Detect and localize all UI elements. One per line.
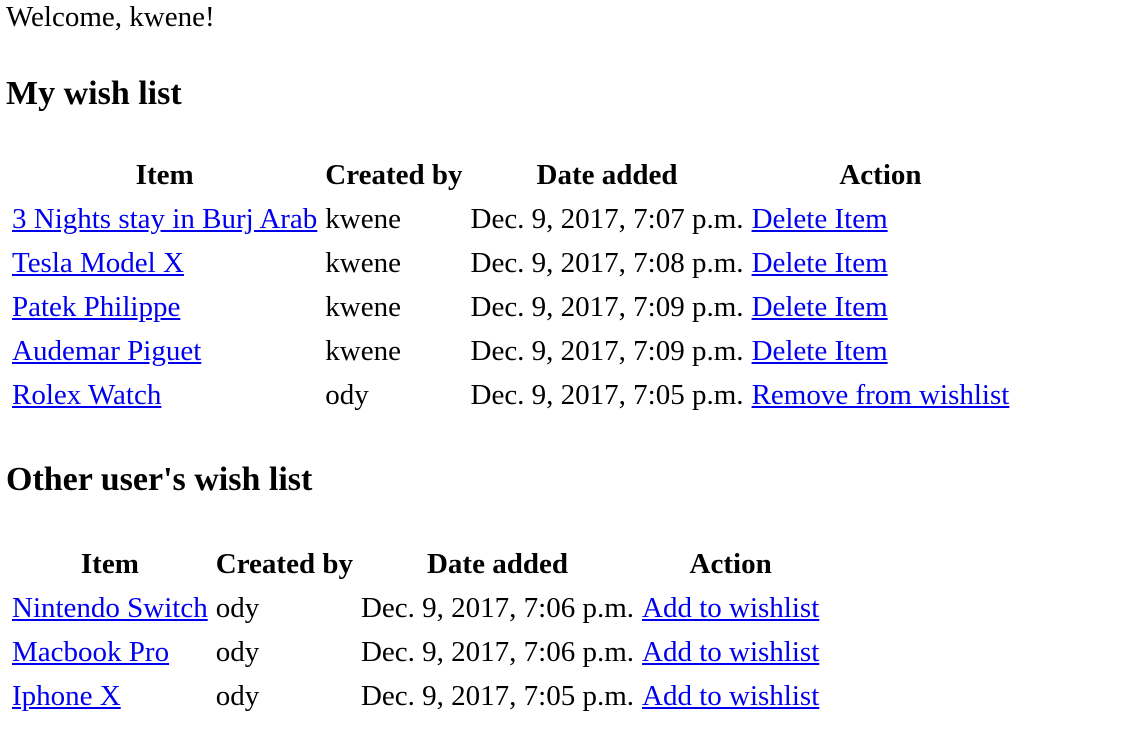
page: Welcome, kwene! My wish list Item Create… [0,0,1136,720]
date-added-cell: Dec. 9, 2017, 7:09 p.m. [470,335,744,367]
created-by-cell: ody [325,379,369,411]
item-cell: Macbook Pro [10,632,210,672]
item-link[interactable]: Tesla Model X [12,247,184,279]
welcome-message: Welcome, kwene! [6,1,215,33]
table-row: Nintendo Switch ody Dec. 9, 2017, 7:06 p… [10,588,821,628]
item-link[interactable]: Patek Philippe [12,291,180,323]
created-by-cell: ody [215,636,260,668]
remove-from-wishlist-link[interactable]: Remove from wishlist [752,379,1010,411]
item-link[interactable]: 3 Nights stay in Burj Arab [12,203,317,235]
action-cell: Delete Item [750,243,1012,283]
item-link[interactable]: Macbook Pro [12,636,169,668]
date-added-cell: Dec. 9, 2017, 7:05 p.m. [360,680,635,712]
table-row: 3 Nights stay in Burj Arab kwene Dec. 9,… [10,199,1011,239]
item-link[interactable]: Rolex Watch [12,379,161,411]
item-cell: Tesla Model X [10,243,319,283]
table-row: Iphone X ody Dec. 9, 2017, 7:05 p.m. Add… [10,676,821,716]
date-added-cell: Dec. 9, 2017, 7:08 p.m. [470,247,744,279]
item-cell: Iphone X [10,676,210,716]
table-row: Audemar Piguet kwene Dec. 9, 2017, 7:09 … [10,331,1011,371]
delete-item-link[interactable]: Delete Item [752,335,888,367]
table-row: Tesla Model X kwene Dec. 9, 2017, 7:08 p… [10,243,1011,283]
column-header-created-by: Created by [215,548,353,580]
column-header-action: Action [689,548,772,580]
other-users-wish-list-heading: Other user's wish list [6,461,313,498]
created-by-cell: ody [215,592,260,624]
action-cell: Delete Item [750,287,1012,327]
table-row: Macbook Pro ody Dec. 9, 2017, 7:06 p.m. … [10,632,821,672]
created-by-cell: kwene [325,291,401,323]
action-cell: Add to wishlist [640,588,821,628]
item-link[interactable]: Iphone X [12,680,121,712]
item-cell: Nintendo Switch [10,588,210,628]
item-cell: Audemar Piguet [10,331,319,371]
date-added-cell: Dec. 9, 2017, 7:05 p.m. [470,379,744,411]
action-cell: Add to wishlist [640,676,821,716]
date-added-cell: Dec. 9, 2017, 7:06 p.m. [360,636,635,668]
item-cell: Patek Philippe [10,287,319,327]
add-to-wishlist-link[interactable]: Add to wishlist [642,592,819,624]
add-to-wishlist-link[interactable]: Add to wishlist [642,680,819,712]
date-added-cell: Dec. 9, 2017, 7:06 p.m. [360,592,635,624]
table-row: Rolex Watch ody Dec. 9, 2017, 7:05 p.m. … [10,375,1011,415]
column-header-created-by: Created by [325,159,463,191]
delete-item-link[interactable]: Delete Item [752,291,888,323]
add-to-wishlist-link[interactable]: Add to wishlist [642,636,819,668]
item-cell: 3 Nights stay in Burj Arab [10,199,319,239]
action-cell: Remove from wishlist [750,375,1012,415]
column-header-date-added: Date added [426,548,568,580]
item-link[interactable]: Nintendo Switch [12,592,208,624]
item-cell: Rolex Watch [10,375,319,415]
action-cell: Add to wishlist [640,632,821,672]
date-added-cell: Dec. 9, 2017, 7:07 p.m. [470,203,744,235]
other-users-wish-list-table: Item Created by Date added Action Ninten… [6,540,825,720]
created-by-cell: ody [215,680,260,712]
table-row: Patek Philippe kwene Dec. 9, 2017, 7:09 … [10,287,1011,327]
delete-item-link[interactable]: Delete Item [752,203,888,235]
action-cell: Delete Item [750,199,1012,239]
table-header-row: Item Created by Date added Action [10,544,821,584]
created-by-cell: kwene [325,247,401,279]
created-by-cell: kwene [325,203,401,235]
item-link[interactable]: Audemar Piguet [12,335,201,367]
column-header-item: Item [80,548,139,580]
my-wish-list-heading: My wish list [6,75,182,112]
column-header-action: Action [839,159,922,191]
column-header-date-added: Date added [536,159,678,191]
delete-item-link[interactable]: Delete Item [752,247,888,279]
table-header-row: Item Created by Date added Action [10,155,1011,195]
my-wish-list-table: Item Created by Date added Action 3 Nigh… [6,151,1015,419]
column-header-item: Item [135,159,194,191]
created-by-cell: kwene [325,335,401,367]
date-added-cell: Dec. 9, 2017, 7:09 p.m. [470,291,744,323]
action-cell: Delete Item [750,331,1012,371]
